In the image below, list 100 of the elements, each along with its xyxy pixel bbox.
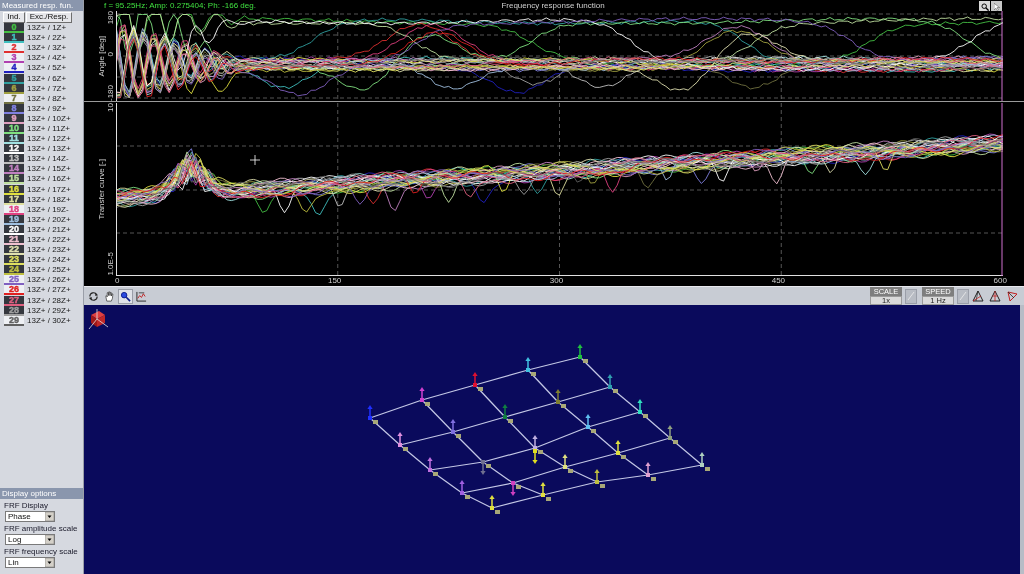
displacement-arrow	[645, 462, 651, 477]
exc-resp-label: 13Z+ / 24Z+	[27, 256, 71, 265]
node-tag-icon	[465, 495, 470, 499]
displacement-arrow	[555, 389, 561, 404]
index-button[interactable]: 18	[4, 204, 24, 215]
index-button[interactable]: 20	[4, 224, 24, 235]
chart-icon	[136, 290, 147, 302]
exc-resp-label: 13Z+ / 8Z+	[27, 94, 67, 103]
exc-resp-label: 13Z+ / 15Z+	[27, 165, 71, 174]
displacement-arrow	[562, 454, 568, 469]
exc-resp-label: 13Z+ / 27Z+	[27, 286, 71, 295]
index-button[interactable]: 28	[4, 305, 24, 316]
exc-resp-label: 13Z+ / 18Z+	[27, 195, 71, 204]
node-tag-icon	[600, 484, 605, 488]
exc-resp-label: 13Z+ / 13Z+	[27, 145, 71, 154]
dropdown-arrow-icon	[45, 558, 54, 567]
displacement-arrow	[502, 404, 508, 419]
node-tag-icon	[651, 477, 656, 481]
magnifier-icon	[120, 290, 131, 302]
index-button[interactable]: 29	[4, 315, 24, 326]
node-tag-icon	[456, 434, 461, 438]
axis-triad-icon	[88, 308, 109, 330]
rotate-icon	[88, 290, 99, 302]
node-tag-icon	[486, 464, 491, 468]
node-tag-icon	[538, 450, 543, 454]
index-button[interactable]: 7	[4, 93, 24, 104]
column-header[interactable]: Ind.	[3, 11, 25, 23]
y-tick-label: 10	[107, 103, 115, 112]
skewed-triangle-icon	[1006, 290, 1018, 302]
exc-resp-label: 13Z+ / 26Z+	[27, 276, 71, 285]
exc-resp-label: 13Z+ / 7Z+	[27, 84, 67, 93]
frequency-scale-select[interactable]: Lin	[5, 557, 55, 568]
y-axis-label: Transfer curve [-]	[98, 159, 106, 220]
exc-resp-label: 13Z+ / 9Z+	[27, 104, 67, 113]
node-tag-icon	[373, 420, 378, 424]
probe-button[interactable]	[118, 288, 133, 304]
displacement-arrow	[637, 399, 643, 414]
node-tag-icon	[591, 429, 596, 433]
displacement-arrow	[459, 480, 465, 495]
scale-slider-button[interactable]	[905, 288, 917, 304]
node-tag-icon	[546, 497, 551, 501]
displacement-arrow	[585, 414, 591, 429]
diagonal-line-icon	[959, 291, 967, 301]
column-header[interactable]: Exc./Resp.	[26, 11, 72, 23]
exc-resp-label: 13Z+ / 22Z+	[27, 236, 71, 244]
index-button[interactable]: 17	[4, 194, 24, 205]
index-button[interactable]: 26	[4, 285, 24, 296]
cursor-readout: f = 95.25Hz; Amp: 0.275404; Ph: -166 deg.	[104, 1, 257, 10]
displacement-arrow	[489, 495, 495, 510]
x-tick-label: 0	[115, 277, 120, 285]
node-tag-icon	[673, 440, 678, 444]
displacement-arrow	[472, 372, 478, 387]
exc-resp-label: 13Z+ / 11Z+	[27, 125, 70, 133]
pointer-button[interactable]	[991, 1, 1002, 12]
exc-resp-label: 13Z+ / 30Z+	[27, 316, 71, 325]
index-button[interactable]: 27	[4, 295, 24, 306]
node-tag-icon	[516, 485, 521, 489]
displacement-arrow	[419, 387, 425, 402]
y-tick-label: 0	[107, 52, 115, 57]
index-button[interactable]: 19	[4, 214, 24, 225]
index-button[interactable]: 16	[4, 184, 24, 195]
node-tag-icon	[561, 404, 566, 408]
frf-display-select[interactable]: Phase	[5, 511, 55, 522]
view-mode-button[interactable]	[1004, 288, 1020, 304]
node-tag-icon	[433, 472, 438, 476]
x-tick-label: 450	[771, 277, 786, 285]
exc-resp-label: 13Z+ / 25Z+	[27, 266, 71, 275]
y-tick-label: -180	[107, 84, 115, 101]
displacement-arrow	[594, 469, 600, 484]
exc-resp-label: 13Z+ / 28Z+	[27, 296, 71, 305]
index-button[interactable]: 15	[4, 174, 24, 185]
exc-resp-label: 13Z+ / 6Z+	[27, 74, 67, 83]
index-button[interactable]: 6	[4, 83, 24, 94]
exc-resp-label: 13Z+ / 3Z+	[27, 44, 67, 53]
view-mode-button[interactable]	[970, 288, 986, 304]
index-button[interactable]: 5	[4, 73, 24, 84]
x-tick-label: 150	[327, 277, 342, 285]
exc-resp-label: 13Z+ / 29Z+	[27, 306, 71, 315]
exc-resp-label: 13Z+ / 1Z+	[27, 24, 67, 33]
node-tag-icon	[531, 372, 536, 376]
displacement-arrow	[540, 482, 546, 497]
exc-resp-label: 13Z+ / 2Z+	[27, 34, 67, 43]
exc-resp-label: 13Z+ / 23Z+	[27, 246, 71, 255]
speed-slider-button[interactable]	[957, 288, 969, 304]
index-button[interactable]: 4	[4, 63, 24, 74]
index-button[interactable]: 10	[4, 124, 24, 134]
dropdown-arrow-icon	[45, 512, 54, 521]
exc-resp-label: 13Z+ / 4Z+	[27, 54, 67, 63]
hand-icon	[104, 290, 115, 302]
index-button[interactable]: 9	[4, 113, 24, 124]
amplitude-scale-select[interactable]: Log	[5, 534, 55, 545]
exc-resp-label: 13Z+ / 16Z+	[27, 175, 71, 184]
zoom-button[interactable]	[979, 1, 990, 12]
node-tag-icon	[583, 359, 588, 363]
node-tag-icon	[643, 414, 648, 418]
displacement-arrow	[510, 481, 516, 496]
view-mode-button[interactable]	[987, 288, 1003, 304]
node-tag-icon	[613, 389, 618, 393]
node-tag-icon	[425, 402, 430, 406]
displacement-arrow	[699, 452, 705, 467]
